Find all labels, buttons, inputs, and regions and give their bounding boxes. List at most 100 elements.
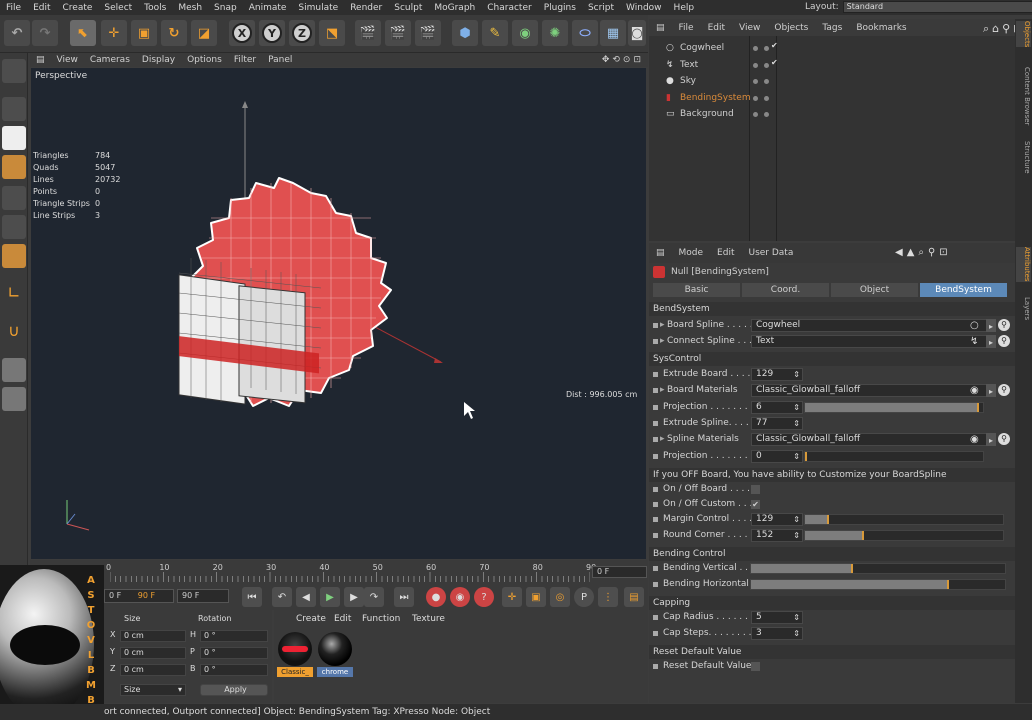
workplane-grid-icon[interactable] [2,358,26,382]
animation-marker-icon[interactable] [653,582,658,587]
live-selection-icon[interactable]: ⬉ [70,20,96,46]
prop-slider[interactable] [804,451,984,462]
undo-icon[interactable]: ↶ [4,20,30,46]
prop-input[interactable]: Classic_Glowball_falloff [751,384,991,397]
viewport-menu-panel[interactable]: Panel [262,55,298,65]
menu-file[interactable]: File [0,3,27,13]
animation-marker-icon[interactable] [653,405,658,410]
coord-rot-field[interactable]: 0 ° [200,630,268,642]
prop-slider[interactable] [804,402,984,413]
scale-icon[interactable]: ▣ [131,20,157,46]
menu-simulate[interactable]: Simulate [292,3,344,13]
pick-object-icon[interactable]: ⚲ [998,384,1010,396]
objects-menu-file[interactable]: File [672,23,701,33]
record-pla-icon[interactable]: ⋮ [598,587,618,607]
animation-marker-icon[interactable] [653,487,658,492]
object-enabled-check-icon[interactable]: ✔ [771,41,778,50]
animation-marker-icon[interactable] [653,323,658,328]
locked-workplane-icon[interactable] [2,387,26,411]
prop-input[interactable]: Classic_Glowball_falloff [751,433,991,446]
pick-object-icon[interactable]: ⚲ [998,319,1010,331]
prop-slider[interactable] [804,514,1004,525]
cube-icon[interactable]: ⬢ [452,20,478,46]
objects-menu-tags[interactable]: Tags [815,23,849,33]
mat-menu-edit[interactable]: Edit [334,614,351,624]
snap-magnet-icon[interactable]: ∪ [2,321,26,345]
spinner-icon[interactable]: ⇕ [793,612,800,623]
object-enabled-check-icon[interactable]: ✔ [771,58,778,67]
move-icon[interactable]: ✛ [101,20,127,46]
apply-button[interactable]: Apply [200,684,268,696]
animation-marker-icon[interactable] [653,615,658,620]
text-type-icon[interactable]: ↯ [970,334,978,349]
pick-object-icon[interactable]: ⚲ [998,433,1010,445]
start-frame-field[interactable]: 0 F 90 F [104,589,174,603]
coord-size-field[interactable]: 0 cm [120,630,186,642]
z-axis-lock-icon[interactable]: Z [289,20,315,46]
model-mode-icon[interactable] [2,97,26,121]
menu-mesh[interactable]: Mesh [172,3,208,13]
animation-marker-icon[interactable] [653,421,658,426]
side-tab-structure[interactable]: Structure [1016,141,1031,174]
menu-plugins[interactable]: Plugins [538,3,582,13]
attribute-nav-icons[interactable]: ◀▲⌕⚲⊡ [895,247,952,258]
record-position-icon[interactable]: ✛ [502,587,522,607]
go-to-start-icon[interactable]: ⏮ [242,587,262,607]
spline-type-icon[interactable]: ○ [970,318,979,333]
spinner-icon[interactable]: ⇕ [793,402,800,413]
camera-icon[interactable]: ◙ [628,20,646,46]
attr-menu-mode[interactable]: Mode [672,248,711,258]
layout-select[interactable]: Standard [842,1,1032,13]
menu-snap[interactable]: Snap [208,3,243,13]
animation-marker-icon[interactable] [653,533,658,538]
side-tab-content-browser[interactable]: Content Browser [1016,67,1031,125]
objects-menu-bookmarks[interactable]: Bookmarks [849,23,913,33]
viewport-menu-filter[interactable]: Filter [228,55,262,65]
autokey-icon[interactable]: ◉ [450,587,470,607]
prop-slider[interactable] [750,579,1006,590]
animation-marker-icon[interactable] [653,339,658,344]
prop-checkbox[interactable] [751,662,760,671]
menu-animate[interactable]: Animate [243,3,293,13]
objects-menu-edit[interactable]: Edit [701,23,732,33]
material-classic-thumb[interactable] [278,632,312,666]
go-to-end-icon[interactable]: ⏭ [394,587,414,607]
attr-menu-edit[interactable]: Edit [710,248,741,258]
viewport-nav-icons[interactable]: ✥⟲⊙⊡ [602,55,644,65]
render-view-icon[interactable]: 🎬 [355,20,381,46]
texture-mode-icon[interactable] [2,126,26,150]
array-icon[interactable]: ✺ [542,20,568,46]
material-type-icon[interactable]: ◉ [970,432,979,447]
menu-select[interactable]: Select [98,3,138,13]
animation-marker-icon[interactable] [653,566,658,571]
x-axis-lock-icon[interactable]: X [229,20,255,46]
render-settings-icon[interactable]: 🎬 [415,20,441,46]
animation-marker-icon[interactable] [653,437,658,442]
floor-icon[interactable]: ▦ [600,20,626,46]
menu-tools[interactable]: Tools [138,3,172,13]
end-frame-field[interactable]: 90 F [177,589,229,603]
spinner-icon[interactable]: ⇕ [793,451,800,462]
material-chrome-thumb[interactable] [318,632,352,666]
mat-menu-function[interactable]: Function [362,614,400,624]
pick-object-icon[interactable]: ⚲ [998,335,1010,347]
prop-input[interactable]: 6 ⇕ [751,401,803,414]
menu-script[interactable]: Script [582,3,620,13]
expand-arrow-icon[interactable]: ▸ [660,383,665,398]
perspective-viewport[interactable]: Perspective Triangles 784 Quads 5047 Lines 20… [31,68,646,559]
link-menu-arrow-icon[interactable]: ▸ [986,384,996,397]
animation-marker-icon[interactable] [653,454,658,459]
prop-input[interactable]: 0 ⇕ [751,450,803,463]
object-row-bendingsystem[interactable]: ▮ BendingSystem [666,90,751,106]
side-tab-layers[interactable]: Layers [1016,297,1031,320]
side-tab-attributes[interactable]: Attributes [1016,247,1031,282]
prop-input[interactable]: 129 ⇕ [751,513,803,526]
side-tab-objects[interactable]: Objects [1016,21,1031,48]
expand-arrow-icon[interactable]: ▸ [660,432,665,447]
attr-tab-bendsystem[interactable]: BendSystem [920,283,1007,297]
spinner-icon[interactable]: ⇕ [793,369,800,380]
menu-window[interactable]: Window [620,3,668,13]
objects-menu-view[interactable]: View [732,23,767,33]
keyframe-selection-icon[interactable]: ? [474,587,494,607]
viewport-menu-display[interactable]: Display [136,55,181,65]
